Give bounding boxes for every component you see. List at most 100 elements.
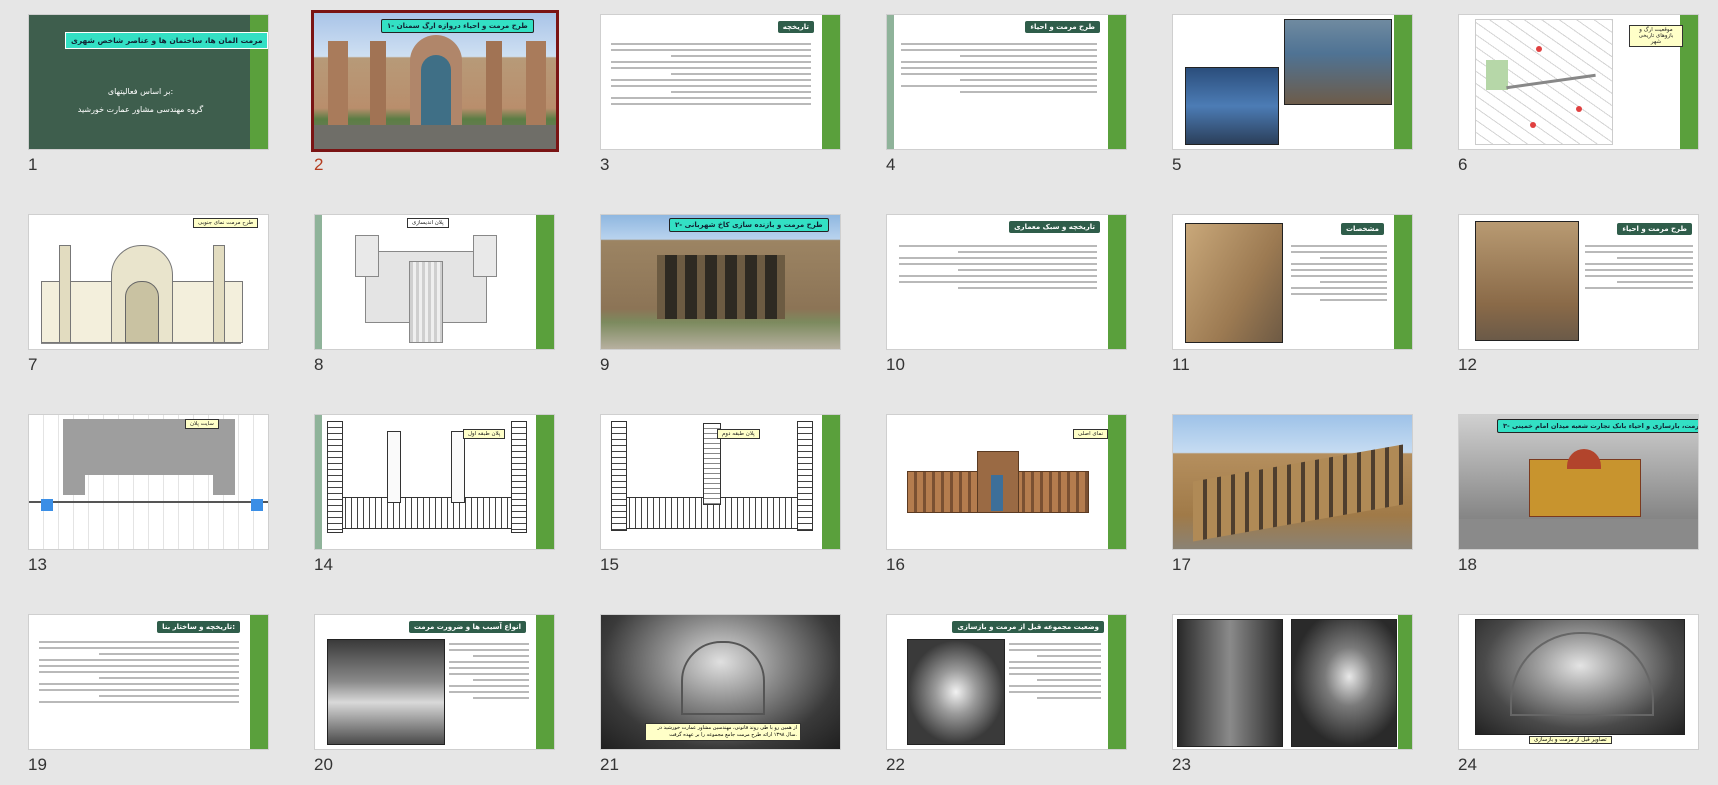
slide-subtitle: بر اساس فعالیتهای:	[107, 87, 174, 96]
palace-photo	[601, 215, 840, 349]
slide-number: 3	[600, 155, 610, 174]
slide-subtitle: گروه مهندسی مشاور عمارت خورشید	[77, 105, 204, 114]
slide-number: 8	[314, 355, 324, 374]
gate-photo	[314, 13, 556, 149]
slide-thumbnail-11[interactable]: مشخصات	[1172, 214, 1413, 350]
slide-number: 7	[28, 355, 38, 374]
accent-bar	[536, 615, 554, 749]
accent-bar	[1398, 615, 1412, 749]
accent-bar	[250, 615, 268, 749]
slide-thumbnail-19[interactable]: تاریخچه و ساختار بنا:	[28, 614, 269, 750]
accent-bar	[1394, 15, 1412, 149]
interior-photo	[1177, 619, 1283, 747]
drawing-label: پلان طبقه دوم	[717, 429, 760, 439]
facade-drawing	[41, 233, 243, 344]
photo-caption: تصاویر قبل از مرمت و بازسازی	[1529, 736, 1612, 744]
slide-title: مشخصات	[1340, 223, 1384, 235]
tile-detail-photo	[1185, 67, 1279, 145]
slide-thumbnail-20[interactable]: انواع آسیب ها و ضرورت مرمت	[314, 614, 555, 750]
accent-bar	[1108, 415, 1126, 549]
slide-number: 2	[314, 155, 324, 174]
gate-detail-photo	[1284, 19, 1392, 105]
corridor-photo	[1291, 619, 1397, 747]
slide-number: 9	[600, 355, 610, 374]
accent-bar-left	[315, 415, 322, 549]
slide-number: 24	[1458, 755, 1477, 774]
accent-bar	[822, 15, 840, 149]
slide-title: ۲- طرح مرمت و بازنده سازی کاخ شهربانی	[669, 218, 829, 232]
slide-thumbnail-2[interactable]: ۱- طرح مرمت و احیاء دروازه ارگ سمنان	[311, 10, 559, 152]
floor-plan	[327, 421, 527, 541]
slide-number: 4	[886, 155, 896, 174]
accent-bar-left	[887, 15, 894, 149]
accent-bar-left	[315, 215, 322, 349]
slide-number: 20	[314, 755, 333, 774]
slide-title: طرح مرمت و احیاء	[1617, 223, 1692, 235]
slide-thumbnail-15[interactable]: پلان طبقه دوم	[600, 414, 841, 550]
slide-number: 22	[886, 755, 905, 774]
slide-thumbnail-16[interactable]: نمای اصلی	[886, 414, 1127, 550]
accent-bar	[822, 415, 840, 549]
accent-bar	[1108, 15, 1126, 149]
drawing-label: پلان اندیسازی	[407, 218, 449, 228]
slide-thumbnail-10[interactable]: تاریخچه و سبک معماری	[886, 214, 1127, 350]
slide-number: 6	[1458, 155, 1468, 174]
building-photo	[1185, 223, 1283, 343]
drawing-label: طرح مرمت نمای جنوبی	[193, 218, 259, 228]
accent-bar	[1108, 215, 1126, 349]
slide-thumbnail-9[interactable]: ۲- طرح مرمت و بازنده سازی کاخ شهربانی	[600, 214, 841, 350]
body-text-lines	[611, 39, 811, 109]
slide-thumbnail-24[interactable]: تصاویر قبل از مرمت و بازسازی	[1458, 614, 1699, 750]
slide-thumbnail-13[interactable]: سایت پلان	[28, 414, 269, 550]
slide-number: 19	[28, 755, 47, 774]
slide-number: 1	[28, 155, 38, 174]
slide-number: 15	[600, 555, 619, 574]
elevation-drawing	[907, 451, 1089, 515]
slide-thumbnail-6[interactable]: موقعیت ارگ و بازوهای تاریخی شهر	[1458, 14, 1699, 150]
slide-thumbnail-4[interactable]: طرح مرمت و احیاء	[886, 14, 1127, 150]
slide-number: 10	[886, 355, 905, 374]
slide-thumbnail-12[interactable]: طرح مرمت و احیاء	[1458, 214, 1699, 350]
slide-thumbnail-8[interactable]: پلان اندیسازی	[314, 214, 555, 350]
slide-thumbnail-14[interactable]: پلان طبقه اول	[314, 414, 555, 550]
slide-number: 14	[314, 555, 333, 574]
body-text-lines	[39, 637, 239, 707]
vaulted-hall-photo	[1475, 619, 1685, 735]
body-text-lines	[901, 39, 1097, 97]
photo-caption: از همین رو با طی روند قانونی، مهندسین مش…	[645, 723, 801, 741]
slide-thumbnail-21[interactable]: از همین رو با طی روند قانونی، مهندسین مش…	[600, 614, 841, 750]
slide-thumbnail-23[interactable]	[1172, 614, 1413, 750]
slide-thumbnail-3[interactable]: تاریخچه	[600, 14, 841, 150]
slide-title: ۳- مرمت، بازسازی و احیاء بانک تجارت شعبه…	[1497, 419, 1698, 433]
slide-thumbnail-18[interactable]: ۳- مرمت، بازسازی و احیاء بانک تجارت شعبه…	[1458, 414, 1699, 550]
accent-bar	[536, 215, 554, 349]
slide-thumbnail-17[interactable]	[1172, 414, 1413, 550]
slide-number: 21	[600, 755, 619, 774]
slide-thumbnail-1[interactable]: مرمت المان ها، ساختمان ها و عناصر شاخص ش…	[28, 14, 269, 150]
slide-title: تاریخچه	[777, 21, 814, 33]
building-photo	[1475, 221, 1579, 341]
slide-title: انواع آسیب ها و ضرورت مرمت	[408, 621, 526, 633]
slide-title: ۱- طرح مرمت و احیاء دروازه ارگ سمنان	[381, 19, 534, 33]
site-plan	[29, 415, 268, 549]
map-label: موقعیت ارگ و بازوهای تاریخی شهر	[1629, 25, 1683, 47]
body-text-lines	[899, 241, 1097, 293]
city-map	[1475, 19, 1613, 145]
slide-number: 12	[1458, 355, 1477, 374]
body-text-lines	[449, 639, 529, 703]
accent-bar	[1394, 215, 1412, 349]
floor-plan	[611, 417, 813, 541]
slide-thumbnail-7[interactable]: طرح مرمت نمای جنوبی	[28, 214, 269, 350]
slide-number: 11	[1172, 355, 1190, 374]
slide-number: 16	[886, 555, 905, 574]
slide-number: 23	[1172, 755, 1191, 774]
slide-thumbnail-5[interactable]	[1172, 14, 1413, 150]
slide-thumbnail-22[interactable]: وضعیت مجموعه قبل از مرمت و بازسازی	[886, 614, 1127, 750]
corridor-photo	[907, 639, 1005, 745]
drawing-label: سایت پلان	[185, 419, 219, 429]
interior-photo	[327, 639, 445, 745]
floor-plan	[355, 231, 497, 343]
building-photo	[1173, 415, 1412, 549]
slide-title: وضعیت مجموعه قبل از مرمت و بازسازی	[952, 621, 1104, 633]
body-text-lines	[1009, 639, 1101, 703]
